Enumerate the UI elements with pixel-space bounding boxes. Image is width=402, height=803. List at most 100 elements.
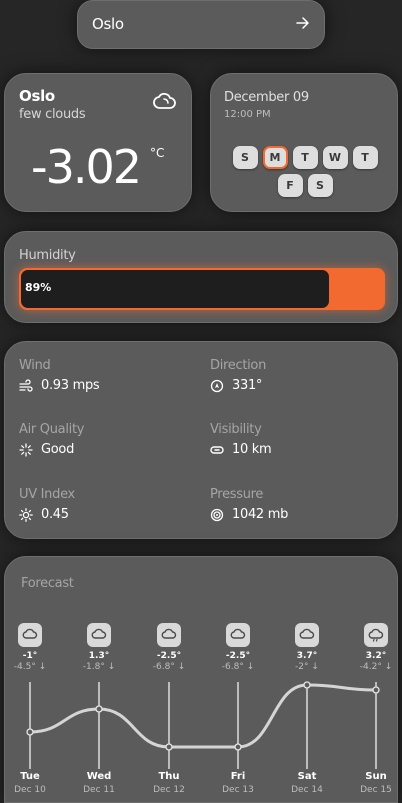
forecast-min-temp: -4.2° ↓ xyxy=(350,662,402,672)
forecast-date: Dec 12 xyxy=(153,785,185,795)
forecast-day-column: 1.3° -1.8° ↓ xyxy=(73,623,125,672)
cloud-icon xyxy=(295,623,319,647)
arrow-right-icon[interactable] xyxy=(296,15,310,31)
weekday-wed[interactable]: W xyxy=(322,146,348,169)
forecast-day-name: Fri xyxy=(230,771,246,782)
cloud-icon xyxy=(157,623,181,647)
forecast-min-value: -2° xyxy=(295,662,309,672)
arrow-down-icon: ↓ xyxy=(381,662,393,672)
forecast-day-name: Tue xyxy=(20,771,40,782)
temperature-unit: °C xyxy=(150,146,165,160)
humidity-label: Humidity xyxy=(19,248,76,263)
weather-details-card: Wind 0.93 mps Direction 331° Air Quality… xyxy=(4,341,398,539)
city-search-bar[interactable]: Oslo xyxy=(77,0,325,49)
cloud-icon xyxy=(18,623,42,647)
forecast-day-name: Sat xyxy=(297,771,317,782)
pressure-label: Pressure xyxy=(210,487,264,502)
forecast-min-temp: -6.8° ↓ xyxy=(212,662,264,672)
wind-metric: Wind 0.93 mps xyxy=(19,358,100,393)
forecast-date: Dec 13 xyxy=(222,785,254,795)
air-quality-label: Air Quality xyxy=(19,422,85,437)
visibility-value: 10 km xyxy=(232,442,272,457)
forecast-card: Forecast -1° -4.5° ↓ Tue Dec 10 1.3° -1.8° ↓ W… xyxy=(4,556,398,803)
forecast-min-value: -6.8° xyxy=(152,662,175,672)
forecast-point xyxy=(372,686,380,694)
weekday-sat[interactable]: S xyxy=(307,174,333,197)
humidity-value: 89% xyxy=(25,281,52,294)
forecast-max-temp: 3.7° xyxy=(296,651,318,661)
current-temperature: -3.02 xyxy=(31,140,142,194)
forecast-date: Dec 14 xyxy=(291,785,323,795)
direction-label: Direction xyxy=(210,358,267,373)
forecast-min-value: -4.5° xyxy=(13,662,36,672)
air-quality-value: Good xyxy=(41,442,75,457)
pressure-value: 1042 mb xyxy=(232,507,289,522)
forecast-day-column: -2.5° -6.8° ↓ xyxy=(143,623,195,672)
pressure-metric: Pressure 1042 mb xyxy=(210,487,288,522)
arrow-down-icon: ↓ xyxy=(243,662,255,672)
weekday-sun[interactable]: S xyxy=(232,146,258,169)
weekday-thu[interactable]: T xyxy=(352,146,378,169)
forecast-day-column: 3.2° -4.2° ↓ xyxy=(350,623,402,672)
forecast-min-temp: -1.8° ↓ xyxy=(73,662,125,672)
forecast-date: Dec 15 xyxy=(360,785,392,795)
forecast-max-temp: 3.2° xyxy=(365,651,387,661)
forecast-point xyxy=(95,705,103,713)
weekday-tue[interactable]: T xyxy=(292,146,318,169)
weekday-fri[interactable]: F xyxy=(277,174,303,197)
uv-index-label: UV Index xyxy=(19,487,75,502)
uv-index-value: 0.45 xyxy=(41,507,69,522)
forecast-date: Dec 11 xyxy=(83,785,115,795)
humidity-progress-fill xyxy=(21,270,329,308)
search-input[interactable]: Oslo xyxy=(92,15,124,33)
forecast-max-temp: 1.3° xyxy=(88,651,110,661)
wind-icon xyxy=(19,378,33,392)
forecast-point xyxy=(303,681,311,689)
cloud-rain-icon xyxy=(364,623,388,647)
humidity-progress-bar: 89% xyxy=(19,268,385,310)
sparkle-icon xyxy=(19,442,33,457)
current-city: Oslo xyxy=(19,87,55,105)
forecast-min-value: -4.2° xyxy=(359,662,382,672)
current-date: December 09 xyxy=(224,90,309,105)
wind-value: 0.93 mps xyxy=(41,378,100,393)
date-card: December 09 12:00 PM S M T W T F S xyxy=(210,73,398,212)
cloud-icon xyxy=(87,623,111,647)
forecast-point xyxy=(234,743,242,751)
forecast-min-value: -1.8° xyxy=(82,662,105,672)
weekday-selector: S M T W T F S xyxy=(229,146,381,197)
arrow-down-icon: ↓ xyxy=(35,662,47,672)
forecast-point xyxy=(165,743,173,751)
direction-value: 331° xyxy=(232,378,263,393)
forecast-day-name: Sun xyxy=(365,771,387,782)
visibility-label: Visibility xyxy=(210,422,262,437)
weather-description: few clouds xyxy=(19,107,86,122)
arrow-down-icon: ↓ xyxy=(308,662,319,672)
sun-icon xyxy=(19,507,33,522)
compass-icon xyxy=(210,379,224,392)
forecast-day-column: 3.7° -2° ↓ xyxy=(281,623,333,672)
forecast-day-name: Thu xyxy=(158,771,180,782)
forecast-max-temp: -1° xyxy=(22,651,38,661)
arrow-down-icon: ↓ xyxy=(104,662,116,672)
forecast-day-column: -2.5° -6.8° ↓ xyxy=(212,623,264,672)
current-weather-card: Oslo few clouds -3.02 °C xyxy=(4,73,192,212)
weekday-mon[interactable]: M xyxy=(262,146,288,169)
forecast-chart xyxy=(26,681,380,769)
eye-icon xyxy=(210,445,224,454)
direction-metric: Direction 331° xyxy=(210,358,266,393)
forecast-min-temp: -2° ↓ xyxy=(281,662,333,672)
wind-label: Wind xyxy=(19,358,51,373)
current-time: 12:00 PM xyxy=(224,109,271,120)
forecast-max-temp: -2.5° xyxy=(156,651,182,661)
air-quality-metric: Air Quality Good xyxy=(19,422,84,457)
visibility-metric: Visibility 10 km xyxy=(210,422,272,457)
pressure-icon xyxy=(210,508,224,521)
uv-index-metric: UV Index 0.45 xyxy=(19,487,75,522)
forecast-min-temp: -6.8° ↓ xyxy=(143,662,195,672)
forecast-min-temp: -4.5° ↓ xyxy=(4,662,56,672)
cloud-icon xyxy=(226,623,250,647)
forecast-max-temp: -2.5° xyxy=(225,651,251,661)
forecast-min-value: -6.8° xyxy=(221,662,244,672)
forecast-point xyxy=(26,728,34,736)
